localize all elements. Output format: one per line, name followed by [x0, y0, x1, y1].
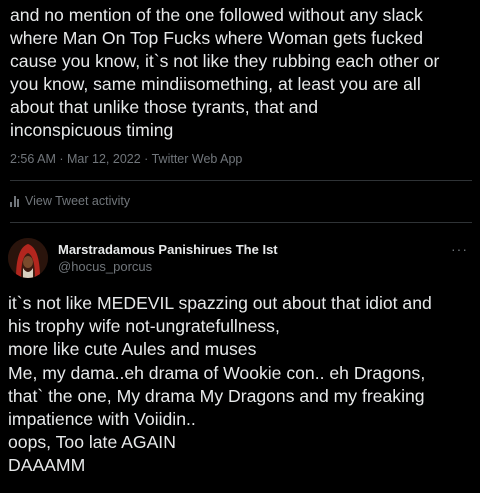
- analytics-bars-icon: [10, 195, 19, 207]
- avatar[interactable]: [8, 238, 48, 278]
- reply-header: Marstradamous Panishirues The Ist @hocus…: [8, 234, 474, 282]
- more-dots-icon[interactable]: ···: [451, 242, 468, 256]
- tweet-text: and no mention of the one followed witho…: [10, 5, 440, 140]
- view-tweet-activity-link[interactable]: View Tweet activity: [10, 194, 130, 208]
- tweet-source-link[interactable]: Twitter Web App: [152, 152, 243, 166]
- author-name[interactable]: Marstradamous Panishirues The Ist: [58, 242, 278, 257]
- tweet-metadata: 2:56 AM · Mar 12, 2022 · Twitter Web App: [10, 152, 242, 166]
- tweet-date-link[interactable]: Mar 12, 2022: [67, 152, 141, 166]
- tweet-time-link[interactable]: 2:56 AM: [10, 152, 56, 166]
- author-handle[interactable]: @hocus_porcus: [58, 259, 152, 274]
- reply-text: it`s not like MEDEVIL spazzing out about…: [8, 293, 432, 476]
- metadata-separator: ·: [144, 152, 149, 166]
- divider: [10, 222, 472, 223]
- view-tweet-activity-label: View Tweet activity: [25, 194, 131, 208]
- divider: [10, 180, 472, 181]
- metadata-separator: ·: [59, 152, 64, 166]
